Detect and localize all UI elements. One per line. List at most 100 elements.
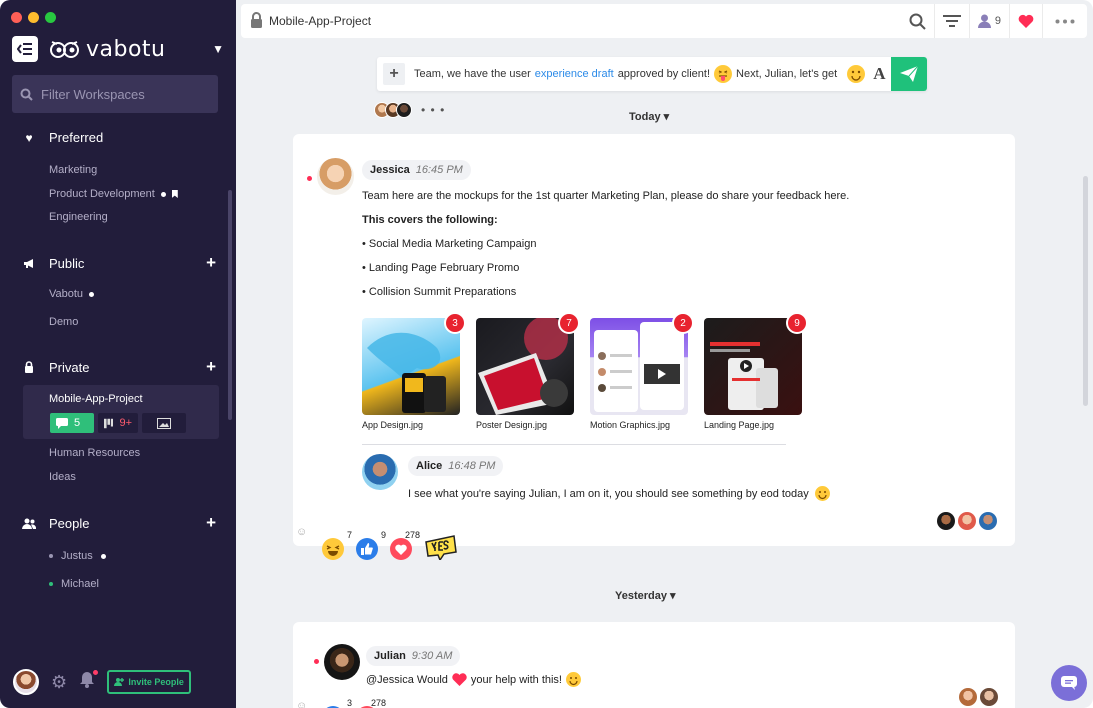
attachment-comment-count: 9 xyxy=(786,312,808,334)
messages-count: 5 xyxy=(74,417,81,429)
add-reaction-icon[interactable]: ☺ xyxy=(296,700,307,708)
messages-badge[interactable]: 5 xyxy=(50,413,94,433)
laugh-reaction[interactable]: 7 xyxy=(322,530,352,560)
text-format-icon[interactable]: A xyxy=(873,64,885,84)
add-person-button[interactable]: + xyxy=(206,513,216,533)
unread-dot xyxy=(307,176,312,181)
send-button[interactable] xyxy=(891,57,927,91)
filter-icon[interactable] xyxy=(933,4,969,38)
seen-by[interactable] xyxy=(959,688,998,706)
boards-badge[interactable]: 9+ xyxy=(98,413,138,433)
attachment-name[interactable]: Poster Design.jpg xyxy=(476,420,547,430)
emoji-picker-icon[interactable] xyxy=(847,65,866,83)
sidebar-item-label: Demo xyxy=(49,316,79,328)
members-button[interactable]: 9 xyxy=(968,4,1009,38)
attachment-landing-page[interactable] xyxy=(704,318,802,415)
sidebar-item-label: Marketing xyxy=(49,164,98,176)
typing-dots-icon: • • • xyxy=(421,103,446,117)
header-actions: 9 xyxy=(901,4,1087,38)
channel-header: Mobile-App-Project 9 xyxy=(241,4,1087,38)
post-text-part: your help with this! xyxy=(470,673,562,686)
add-private-channel-button[interactable]: + xyxy=(206,357,216,377)
add-attachment-button[interactable]: + xyxy=(383,63,405,85)
smile-emoji-icon xyxy=(566,672,581,687)
section-public[interactable]: Public + xyxy=(20,253,216,273)
heart-icon: ♥ xyxy=(25,130,33,145)
search-icon xyxy=(20,88,33,101)
collapse-sidebar-icon[interactable] xyxy=(12,36,38,62)
favorite-heart-icon[interactable] xyxy=(1009,4,1042,38)
tongue-emoji-icon xyxy=(714,65,733,83)
sidebar-item-vabotu[interactable]: Vabotu xyxy=(49,288,95,300)
avatar[interactable] xyxy=(317,158,354,195)
yes-sticker-icon[interactable] xyxy=(424,534,458,560)
search-icon[interactable] xyxy=(901,4,934,38)
author-name[interactable]: Jessica xyxy=(370,164,410,176)
gallery-badge[interactable] xyxy=(142,413,186,433)
sidebar-scrollbar[interactable] xyxy=(228,190,232,420)
unread-dot xyxy=(100,553,106,559)
composer-link[interactable]: experience draft xyxy=(535,68,614,80)
sidebar-item-marketing[interactable]: Marketing xyxy=(49,164,97,176)
section-people[interactable]: People + xyxy=(20,513,216,533)
attachment-name[interactable]: Motion Graphics.jpg xyxy=(590,420,670,430)
sidebar-item-engineering[interactable]: Engineering xyxy=(49,211,108,223)
post-card: Julian 9:30 AM @Jessica Would your help … xyxy=(293,622,1015,708)
close-window-button[interactable] xyxy=(11,12,22,23)
attachment-poster-design[interactable] xyxy=(476,318,574,415)
composer-text[interactable]: Team, we have the user experience draft … xyxy=(414,65,837,83)
my-avatar[interactable] xyxy=(13,669,39,695)
bell-icon[interactable] xyxy=(79,669,100,693)
add-public-channel-button[interactable]: + xyxy=(206,253,216,273)
sidebar-item-label: Mobile-App-Project xyxy=(49,393,143,405)
filter-workspaces-input[interactable] xyxy=(41,86,201,102)
person-michael[interactable]: Michael xyxy=(49,578,99,590)
like-reaction[interactable]: 9 xyxy=(356,530,386,560)
reaction-count: 9 xyxy=(380,530,386,540)
maximize-window-button[interactable] xyxy=(45,12,56,23)
author-name[interactable]: Julian xyxy=(374,650,406,662)
gear-icon[interactable]: ⚙ xyxy=(51,672,67,693)
person-justus[interactable]: Justus xyxy=(49,550,106,562)
workspace-dropdown-icon[interactable]: ▼ xyxy=(212,42,224,56)
post-text: Team here are the mockups for the 1st qu… xyxy=(362,190,850,202)
avatar[interactable] xyxy=(324,644,360,680)
divider xyxy=(362,444,786,445)
minimize-window-button[interactable] xyxy=(28,12,39,23)
reply-text: I see what you're saying Julian, I am on… xyxy=(408,487,809,500)
bullet-item: • Social Media Marketing Campaign xyxy=(362,238,537,250)
sidebar-item-mobile-app-project[interactable]: Mobile-App-Project 5 9+ xyxy=(23,385,219,439)
filter-workspaces[interactable] xyxy=(12,75,218,113)
avatar[interactable] xyxy=(362,454,398,490)
help-chat-button[interactable] xyxy=(1051,665,1087,701)
main-scrollbar[interactable] xyxy=(1083,176,1088,406)
seen-by[interactable] xyxy=(937,512,997,530)
date-separator-yesterday[interactable]: Yesterday ▾ xyxy=(615,589,676,602)
invite-people-label: Invite People xyxy=(128,677,184,687)
laugh-emoji-icon xyxy=(322,538,344,560)
date-separator-today[interactable]: Today ▾ xyxy=(629,110,669,123)
sidebar-item-product-development[interactable]: Product Development xyxy=(49,188,178,200)
smile-emoji-icon xyxy=(814,486,830,501)
more-options-icon[interactable] xyxy=(1042,4,1087,38)
avatar xyxy=(396,102,412,118)
sidebar-item-ideas[interactable]: Ideas xyxy=(49,471,76,483)
sidebar-item-label: Engineering xyxy=(49,211,108,223)
sidebar-item-demo[interactable]: Demo xyxy=(49,316,78,328)
section-preferred[interactable]: ♥ Preferred xyxy=(20,130,216,145)
section-private[interactable]: Private + xyxy=(20,357,216,377)
section-people-label: People xyxy=(49,515,90,531)
sidebar-item-human-resources[interactable]: Human Resources xyxy=(49,447,140,459)
invite-people-button[interactable]: Invite People xyxy=(107,670,192,694)
bullet-item: • Landing Page February Promo xyxy=(362,262,520,274)
people-icon xyxy=(20,518,38,529)
add-reaction-icon[interactable]: ☺ xyxy=(296,526,307,538)
attachment-app-design[interactable] xyxy=(362,318,460,415)
message-composer[interactable]: + Team, we have the user experience draf… xyxy=(377,57,927,91)
attachment-name[interactable]: Landing Page.jpg xyxy=(704,420,774,430)
attachment-motion-graphics[interactable] xyxy=(590,318,688,415)
author-name[interactable]: Alice xyxy=(416,460,442,472)
attachment-name[interactable]: App Design.jpg xyxy=(362,420,423,430)
person-name: Michael xyxy=(61,578,99,590)
love-reaction[interactable]: 278 xyxy=(390,530,420,560)
